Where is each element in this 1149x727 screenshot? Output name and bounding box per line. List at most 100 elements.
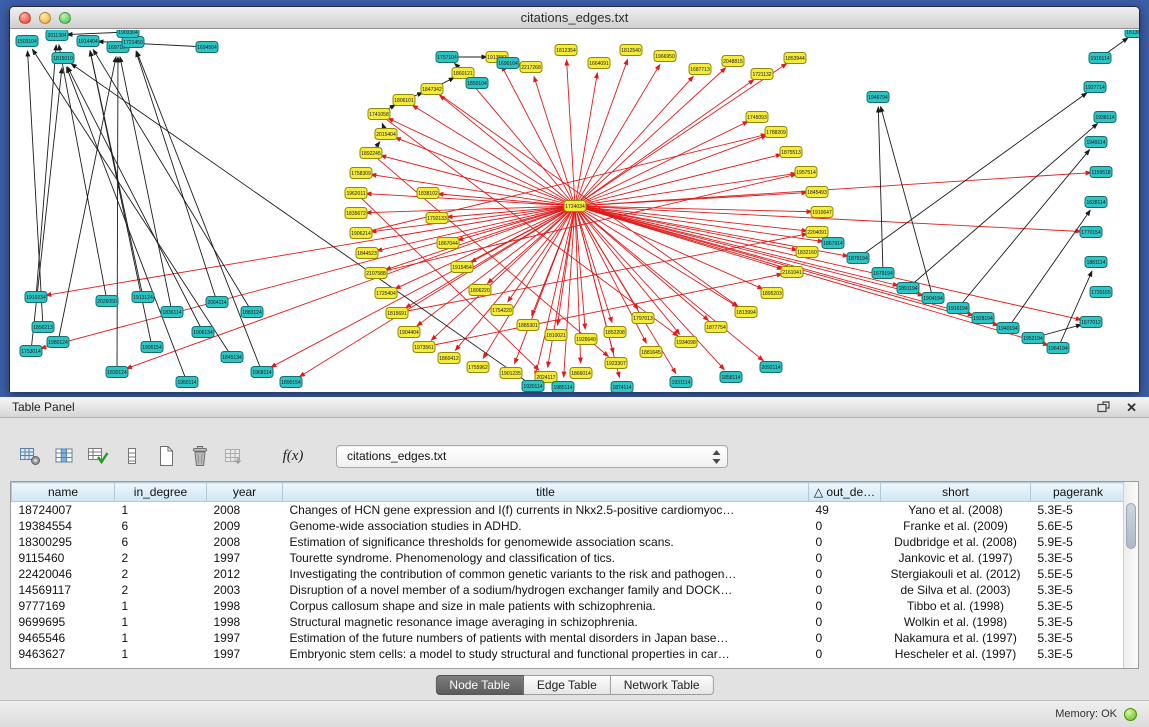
graph-hub-node[interactable]: 1724034 xyxy=(564,201,586,212)
close-panel-icon[interactable]: ✕ xyxy=(1126,401,1137,414)
graph-node[interactable]: 1835672 xyxy=(345,208,367,219)
graph-node[interactable]: 1832160 xyxy=(796,247,818,258)
graph-edge[interactable] xyxy=(575,206,680,334)
graph-node[interactable]: 1913124 xyxy=(132,292,154,303)
show-columns-button[interactable] xyxy=(50,443,78,469)
column-header[interactable]: name xyxy=(12,483,115,502)
tab-network-table[interactable]: Network Table xyxy=(611,675,714,695)
graph-node[interactable]: 1980124 xyxy=(47,337,69,348)
graph-node[interactable]: 1903304 xyxy=(117,30,139,38)
table-row[interactable]: 1456911722003Disruption of a novel membe… xyxy=(12,582,1126,598)
graph-node[interactable]: 1934098 xyxy=(675,337,697,348)
graph-edge[interactable] xyxy=(908,124,1097,288)
graph-node[interactable]: 1915454 xyxy=(451,262,473,273)
graph-edge[interactable] xyxy=(508,206,575,302)
graph-edge[interactable] xyxy=(575,76,693,206)
graph-node[interactable]: 1966950 xyxy=(654,51,676,62)
table-row[interactable]: 2242004622012Investigating the contribut… xyxy=(12,566,1126,582)
scrollbar-thumb[interactable] xyxy=(1126,503,1136,549)
show-rows-button[interactable] xyxy=(118,443,146,469)
graph-edge[interactable] xyxy=(1058,271,1092,348)
graph-edge[interactable] xyxy=(440,95,575,206)
graph-node[interactable]: 1745093 xyxy=(746,112,768,123)
graph-node[interactable]: 2011304 xyxy=(46,30,68,41)
graph-node[interactable]: 1770154 xyxy=(1080,227,1102,238)
graph-edge[interactable] xyxy=(31,68,62,351)
graph-node[interactable]: 1850213 xyxy=(32,322,54,333)
graph-node[interactable]: 1753014 xyxy=(20,346,42,357)
minimize-window-button[interactable] xyxy=(39,12,51,24)
graph-edge[interactable] xyxy=(1008,210,1090,328)
table-row[interactable]: 911546021997Tourette syndrome. Phenomeno… xyxy=(12,550,1126,566)
graph-node[interactable]: 1910234 xyxy=(25,292,47,303)
graph-node[interactable]: 1754220 xyxy=(491,305,513,316)
graph-node[interactable]: 1895203 xyxy=(761,288,783,299)
graph-node[interactable]: 1910647 xyxy=(811,207,833,218)
function-builder-button[interactable]: f(x) xyxy=(276,443,310,469)
graph-node[interactable]: 1687713 xyxy=(689,64,711,75)
graph-node[interactable]: 1927714 xyxy=(1084,82,1106,93)
table-row[interactable]: 946362711997Embryonic stem cells: a mode… xyxy=(12,646,1126,662)
graph-node[interactable]: 1881114 xyxy=(1085,257,1107,268)
graph-node[interactable]: 1838102 xyxy=(417,188,439,199)
graph-node[interactable]: 1725404 xyxy=(375,288,397,299)
graph-node[interactable]: 2048815 xyxy=(722,56,744,67)
graph-edge[interactable] xyxy=(67,67,187,382)
graph-node[interactable]: 1867914 xyxy=(822,238,844,249)
graph-edge[interactable] xyxy=(300,206,575,377)
close-window-button[interactable] xyxy=(19,12,31,24)
graph-node[interactable]: 1877754 xyxy=(705,322,727,333)
graph-node[interactable]: 2015404 xyxy=(375,129,397,140)
graph-node[interactable]: 1890154 xyxy=(280,377,302,388)
graph-node[interactable]: 1757104 xyxy=(436,52,458,63)
graph-node[interactable]: 1810021 xyxy=(545,330,567,341)
graph-edge[interactable] xyxy=(371,206,575,232)
graph-edge[interactable] xyxy=(28,51,43,327)
graph-node[interactable]: 1905154 xyxy=(141,342,163,353)
graph-node[interactable]: 1812540 xyxy=(620,45,642,56)
graph-node[interactable]: 1881645 xyxy=(640,347,662,358)
graph-node[interactable]: 1694504 xyxy=(196,42,218,53)
vertical-scrollbar[interactable] xyxy=(1123,482,1138,668)
graph-node[interactable]: 1885301 xyxy=(517,320,539,331)
graph-node[interactable]: 1916194 xyxy=(947,303,969,314)
graph-node[interactable]: 1962011 xyxy=(345,188,367,199)
graph-node[interactable]: 1852208 xyxy=(604,327,626,338)
table-row[interactable]: 1938455462009Genome-wide association stu… xyxy=(12,518,1126,534)
graph-node[interactable]: 1850104 xyxy=(466,78,488,89)
graph-node[interactable]: 1949114 xyxy=(1085,137,1107,148)
graph-node[interactable]: 1928194 xyxy=(972,313,994,324)
graph-node[interactable]: 1845134 xyxy=(221,352,243,363)
tab-node-table[interactable]: Node Table xyxy=(435,675,524,695)
graph-node[interactable]: 2107588 xyxy=(365,268,387,279)
graph-node[interactable]: 1940194 xyxy=(997,323,1019,334)
graph-node[interactable]: 2204091 xyxy=(806,227,828,238)
graph-node[interactable]: 1931114 xyxy=(670,377,692,388)
network-graph[interactable]: 1724034185394417211322048815168771319669… xyxy=(10,30,1139,392)
column-header[interactable]: short xyxy=(881,483,1031,502)
graph-edge[interactable] xyxy=(361,134,766,233)
graph-node[interactable]: 2161041 xyxy=(781,267,803,278)
graph-node[interactable]: 1830124 xyxy=(106,367,128,378)
float-panel-icon[interactable] xyxy=(1097,401,1110,413)
graph-edge[interactable] xyxy=(117,57,118,372)
zoom-window-button[interactable] xyxy=(59,12,71,24)
graph-node[interactable]: 1968114 xyxy=(251,367,273,378)
graph-node[interactable]: 1812354 xyxy=(555,45,577,56)
graph-node[interactable]: 1883124 xyxy=(241,307,263,318)
graph-node[interactable]: 1806220 xyxy=(469,285,491,296)
graph-node[interactable]: 1906134 xyxy=(192,327,214,338)
graph-node[interactable]: 1792133 xyxy=(426,213,448,224)
graph-node[interactable]: 1797013 xyxy=(632,313,654,324)
graph-node[interactable]: 1952194 xyxy=(1022,333,1044,344)
graph-edge[interactable] xyxy=(502,66,575,206)
graph-node[interactable]: 1836114 xyxy=(161,307,183,318)
graph-node[interactable]: 1858114 xyxy=(720,372,742,383)
graph-node[interactable]: 1950114 xyxy=(176,377,198,388)
graph-node[interactable]: 1916114 xyxy=(1089,53,1111,64)
table-row[interactable]: 1872400712008Changes of HCN gene express… xyxy=(12,502,1126,519)
graph-node[interactable]: 1923307 xyxy=(605,358,627,369)
graph-edge[interactable] xyxy=(548,206,575,367)
graph-node[interactable]: 1813994 xyxy=(735,307,757,318)
graph-node[interactable]: 1938114 xyxy=(1094,112,1116,123)
